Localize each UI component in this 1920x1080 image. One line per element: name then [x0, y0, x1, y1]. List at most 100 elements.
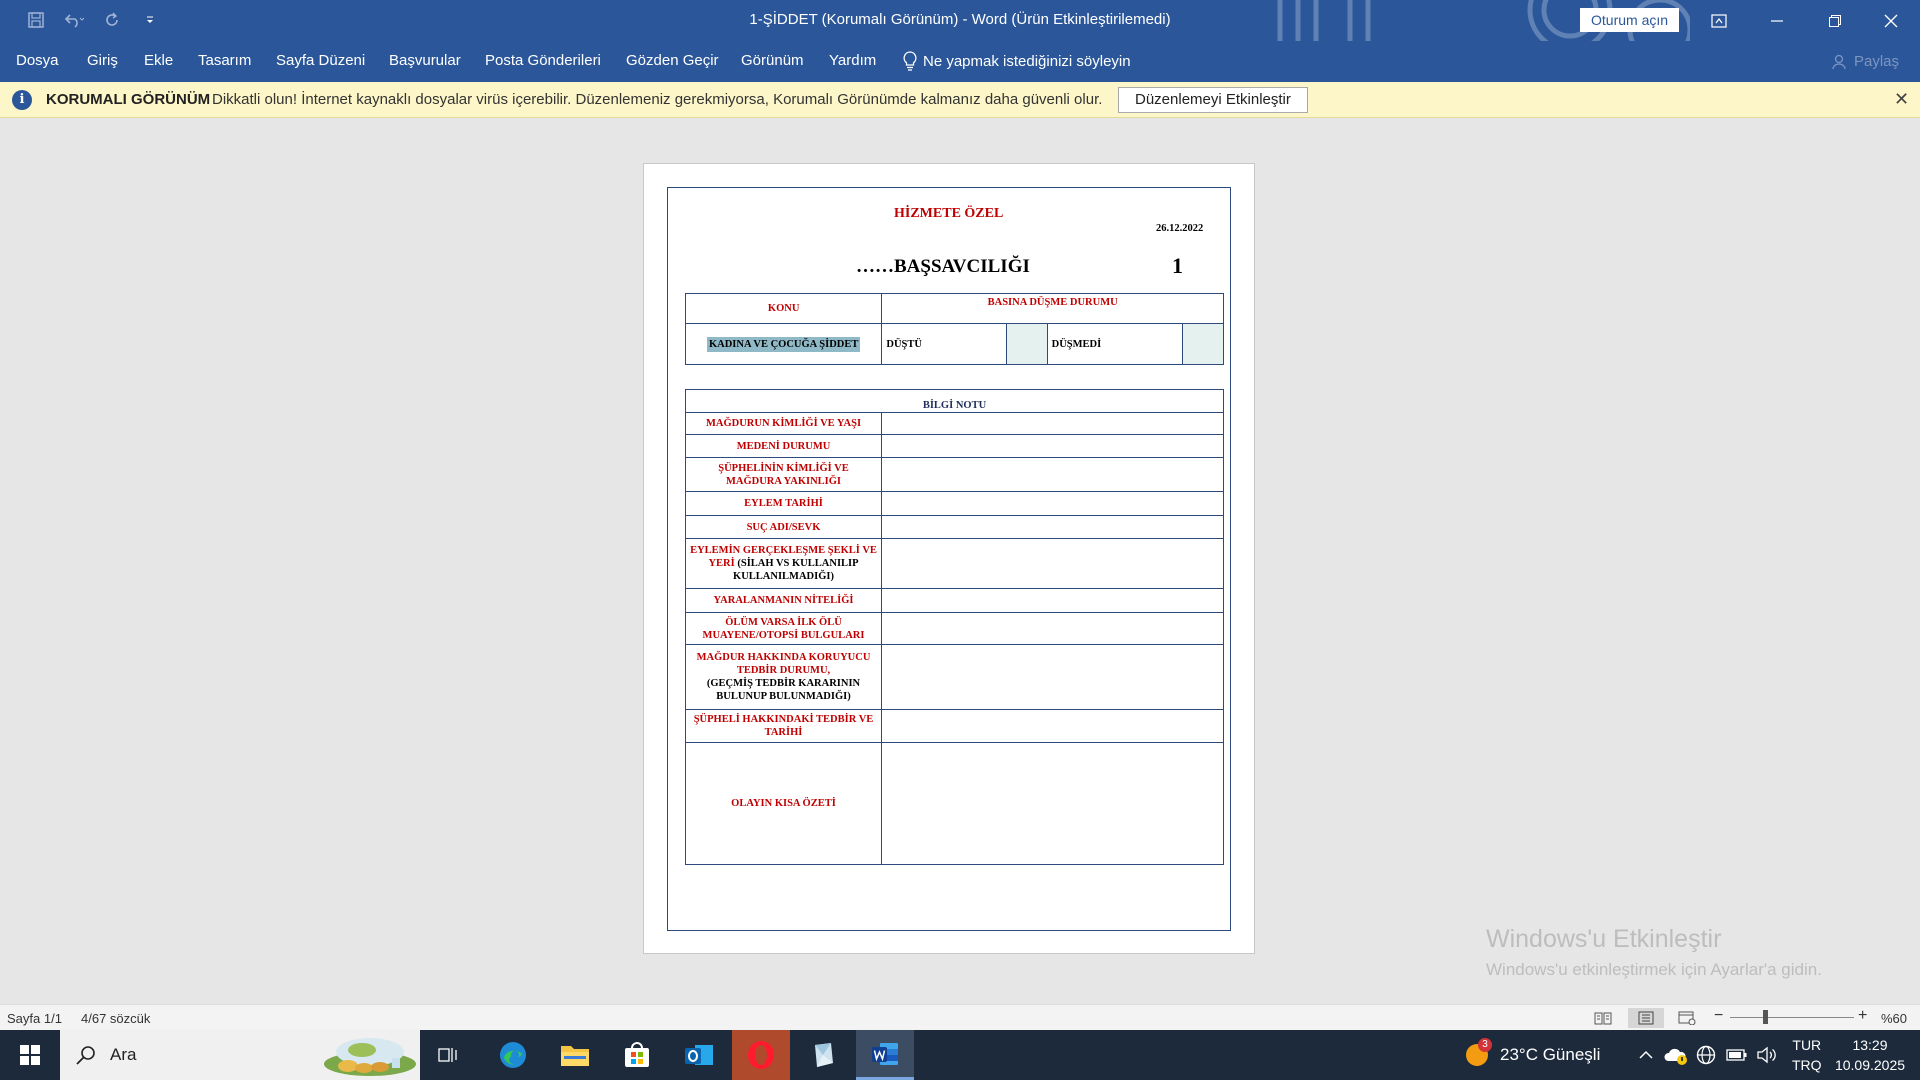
share-button[interactable]: Paylaş [1832, 53, 1899, 70]
dusmedi-checkbox[interactable] [1181, 323, 1225, 365]
word-count[interactable]: 4/67 sözcük [81, 1011, 150, 1026]
row-label-cell: MAĞDUR HAKKINDA KORUYUCU TEDBİR DURUMU,(… [685, 644, 882, 710]
table-row: YARALANMANIN NİTELİĞİ [685, 588, 1224, 613]
signin-button[interactable]: Oturum açın [1580, 8, 1680, 32]
table-row: SUÇ ADI/SEVK [685, 515, 1224, 539]
edge-browser-icon[interactable] [484, 1030, 542, 1080]
row-value-cell[interactable] [881, 515, 1224, 539]
zoom-out-icon[interactable]: − [1714, 1007, 1723, 1025]
page-count[interactable]: Sayfa 1/1 [7, 1011, 62, 1026]
tab-ekle[interactable]: Ekle [144, 52, 173, 69]
table-row: MAĞDUR HAKKINDA KORUYUCU TEDBİR DURUMU,(… [685, 644, 1224, 710]
subject-table: KONU BASINA DÜŞME DURUMU KADINA VE ÇOCUĞ… [684, 293, 1225, 365]
weather-badge: 3 [1478, 1038, 1492, 1052]
row-label: MAĞDUR HAKKINDA KORUYUCU TEDBİR DURUMU, [696, 652, 871, 676]
network-globe-icon[interactable] [1696, 1030, 1716, 1080]
opera-browser-icon[interactable] [732, 1030, 790, 1080]
clock[interactable]: 13:29 10.09.2025 [1832, 1035, 1908, 1075]
document-page[interactable]: HİZMETE ÖZEL 26.12.2022 ……BAŞSAVCILIĞI 1… [643, 163, 1255, 954]
row-value-cell[interactable] [881, 434, 1224, 458]
input-language[interactable]: TUR TRQ [1792, 1035, 1822, 1075]
close-bar-icon[interactable]: ✕ [1894, 89, 1909, 110]
table-row: MEDENİ DURUMU [685, 434, 1224, 458]
tab-yardim[interactable]: Yardım [829, 52, 876, 69]
row-label: ŞÜPHELİ HAKKINDAKİ TEDBİR VE TARİHİ [685, 709, 882, 743]
lightbulb-icon [903, 51, 917, 71]
row-value-cell[interactable] [881, 491, 1224, 516]
konu-value: KADINA VE ÇOCUĞA ŞİDDET [706, 336, 861, 352]
onedrive-warning-icon[interactable] [1664, 1030, 1688, 1080]
row-label: MAĞDURUN KİMLİĞİ VE YAŞI [685, 412, 882, 435]
keyboard-code: TRQ [1792, 1057, 1822, 1073]
protected-view-bar: i KORUMALI GÖRÜNÜM Dikkatli olun! İntern… [0, 82, 1920, 118]
row-label: SUÇ ADI/SEVK [685, 515, 882, 539]
row-value-cell[interactable] [881, 612, 1224, 645]
app-icon[interactable] [794, 1030, 852, 1080]
weather-text: 23°C Güneşli [1500, 1045, 1601, 1064]
tab-sayfa-duzeni[interactable]: Sayfa Düzeni [276, 52, 365, 69]
ribbon-display-options-icon[interactable] [1690, 0, 1748, 41]
protected-view-title: KORUMALI GÖRÜNÜM [46, 91, 211, 108]
store-icon[interactable] [608, 1030, 666, 1080]
row-label-extra: (GEÇMİŞ TEDBİR KARARININ BULUNUP BULUNMA… [706, 678, 861, 702]
tab-tasarim[interactable]: Tasarım [198, 52, 251, 69]
file-explorer-icon[interactable] [546, 1030, 604, 1080]
clock-date: 10.09.2025 [1834, 1057, 1906, 1073]
read-mode-icon[interactable] [1592, 1008, 1614, 1028]
activation-watermark-message: Windows'u etkinleştirmek için Ayarlar'a … [1486, 960, 1822, 979]
tab-posta-gonderileri[interactable]: Posta Gönderileri [485, 52, 601, 69]
status-bar: Sayfa 1/1 4/67 sözcük − + %60 [0, 1004, 1920, 1030]
doc-number: 1 [1172, 253, 1183, 278]
table-row: EYLEM TARİHİ [685, 491, 1224, 516]
row-label-cell: EYLEMİN GERÇEKLEŞME ŞEKLİ VE YERİ (SİLAH… [685, 538, 882, 589]
tell-me-box[interactable]: Ne yapmak istediğinizi söyleyin [903, 51, 1131, 71]
tab-giris[interactable]: Giriş [87, 52, 118, 69]
row-value-cell[interactable] [881, 709, 1224, 743]
task-view-icon[interactable] [420, 1030, 478, 1080]
zoom-slider[interactable] [1730, 1017, 1854, 1018]
tab-gorunum[interactable]: Görünüm [741, 52, 804, 69]
zoom-level[interactable]: %60 [1881, 1011, 1907, 1026]
bilgi-notu-header: BİLGİ NOTU [685, 389, 1224, 413]
row-label: OLAYIN KISA ÖZETİ [685, 742, 882, 865]
zoom-slider-thumb[interactable] [1763, 1010, 1768, 1024]
tab-basvurular[interactable]: Başvurular [389, 52, 461, 69]
web-layout-icon[interactable] [1676, 1008, 1698, 1028]
taskbar-search[interactable]: Ara [60, 1030, 420, 1080]
row-value-cell[interactable] [881, 644, 1224, 710]
weather-widget[interactable]: 3 23°C Güneşli [1464, 1030, 1600, 1080]
taskbar: Ara 3 23°C Güneşli TUR TRQ 13:29 10.09.2… [0, 1030, 1920, 1080]
show-hidden-icons-icon[interactable] [1638, 1030, 1654, 1080]
row-value-cell[interactable] [881, 742, 1224, 865]
ribbon-tabs: Dosya Giriş Ekle Tasarım Sayfa Düzeni Ba… [0, 41, 1920, 82]
outlook-icon[interactable] [670, 1030, 728, 1080]
konu-label: KONU [684, 293, 883, 324]
word-app-icon[interactable] [856, 1030, 914, 1080]
minimize-icon[interactable] [1748, 0, 1806, 41]
battery-icon[interactable] [1726, 1030, 1748, 1080]
tab-gozden-gecir[interactable]: Gözden Geçir [626, 52, 719, 69]
print-layout-icon[interactable] [1628, 1008, 1664, 1028]
zoom-in-icon[interactable]: + [1858, 1007, 1867, 1025]
row-value-cell[interactable] [881, 538, 1224, 589]
row-label: ŞÜPHELİNİN KİMLİĞİ VE MAĞDURA YAKINLIĞI [685, 457, 882, 492]
volume-icon[interactable] [1756, 1030, 1776, 1080]
close-icon[interactable] [1862, 0, 1920, 41]
row-label: YARALANMANIN NİTELİĞİ [685, 588, 882, 613]
row-label: EYLEM TARİHİ [685, 491, 882, 516]
doc-heading: HİZMETE ÖZEL [894, 206, 1004, 221]
row-label: MEDENİ DURUMU [685, 434, 882, 458]
windows-start-icon[interactable] [0, 1030, 60, 1080]
table-row: MAĞDURUN KİMLİĞİ VE YAŞI [685, 412, 1224, 435]
table-row: ÖLÜM VARSA İLK ÖLÜ MUAYENE/OTOPSİ BULGUL… [685, 612, 1224, 645]
tab-dosya[interactable]: Dosya [16, 52, 59, 69]
dustu-checkbox[interactable] [1005, 323, 1048, 365]
row-value-cell[interactable] [881, 457, 1224, 492]
row-value-cell[interactable] [881, 588, 1224, 613]
search-highlight-image [324, 1038, 416, 1076]
restore-icon[interactable] [1806, 0, 1864, 41]
konu-value-cell: KADINA VE ÇOCUĞA ŞİDDET [684, 323, 883, 365]
row-value-cell[interactable] [881, 412, 1224, 435]
enable-editing-button[interactable]: Düzenlemeyi Etkinleştir [1118, 87, 1308, 113]
activation-watermark-title: Windows'u Etkinleştir [1486, 925, 1722, 953]
